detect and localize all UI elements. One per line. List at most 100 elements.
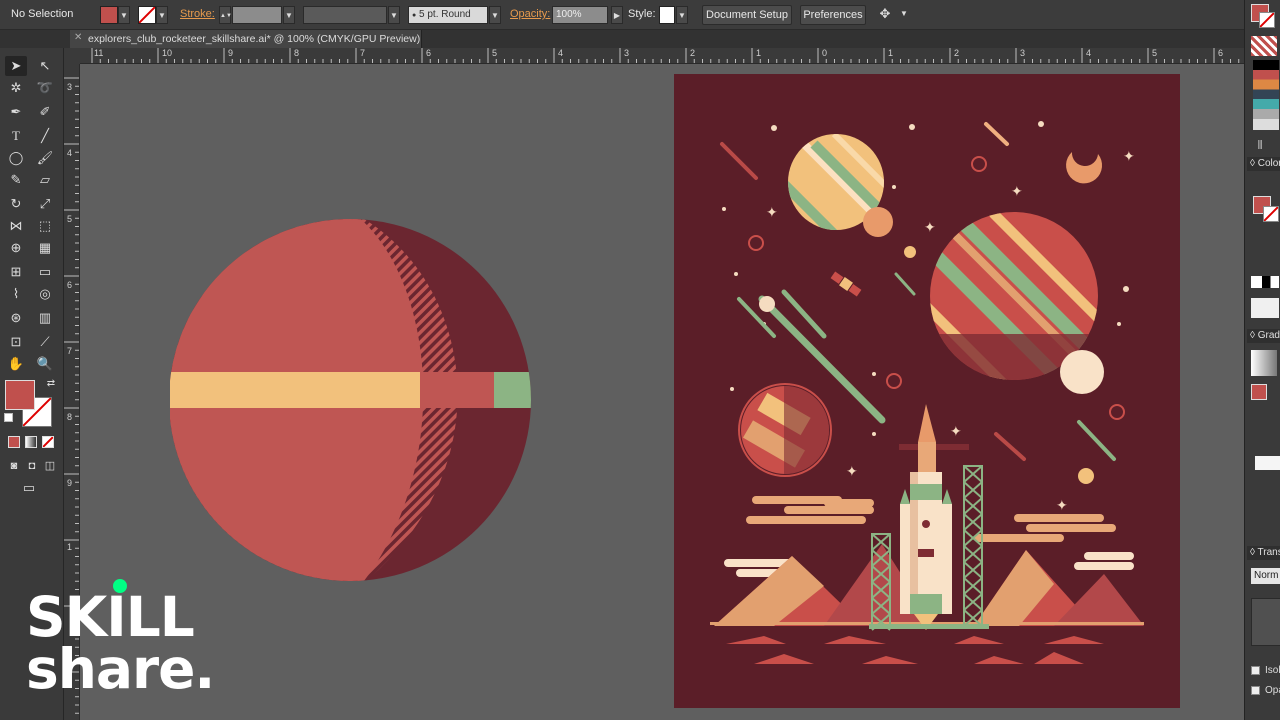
color-ramp[interactable] (1251, 276, 1279, 288)
stroke-swatch-button[interactable] (138, 6, 156, 24)
opacity-input[interactable]: 100% (552, 6, 608, 24)
transparency-panel-header[interactable]: ◊ Trans (1247, 546, 1280, 560)
ruler-ticks (91, 48, 1240, 63)
shaper-tool-icon[interactable]: ✎ (5, 170, 27, 190)
artboard-poster[interactable]: ✦ ✦ ✦ ✦ ✦ ✦ ✦ (674, 74, 1180, 708)
ruler-label: 11 (94, 48, 104, 58)
fill-dropdown[interactable]: ▼ (118, 6, 130, 24)
curvature-tool-icon[interactable]: ✐ (34, 102, 56, 122)
shape-builder-tool-icon[interactable]: ⊕ (5, 238, 27, 258)
paintbrush-tool-icon[interactable]: 🖌 (34, 148, 56, 168)
ruler-label: 8 (294, 48, 300, 58)
blend-tool-icon[interactable]: ◎ (34, 284, 56, 304)
gradient-mode-icon[interactable] (25, 436, 37, 448)
svg-text:✦: ✦ (1056, 498, 1068, 514)
preferences-button[interactable]: Preferences (800, 5, 866, 25)
gradient-tool-icon[interactable]: ▭ (34, 262, 56, 282)
brush-label: 5 pt. Round (419, 9, 471, 20)
ruler-label: 8 (67, 412, 73, 422)
width-tool-icon[interactable]: ⋈ (5, 216, 27, 236)
stroke-dropdown[interactable]: ▼ (156, 6, 168, 24)
stroke-weight-stepper[interactable]: ▲▼ (219, 6, 232, 24)
swatch-pattern[interactable] (1251, 36, 1277, 56)
line-segment-tool-icon[interactable]: ╱ (34, 126, 56, 146)
scale-tool-icon[interactable]: ⤢ (34, 194, 56, 214)
screen-mode-icon[interactable]: ▭ (18, 478, 40, 498)
svg-text:✦: ✦ (924, 220, 936, 236)
opacity-mask-thumb[interactable] (1251, 598, 1280, 646)
comet-head (759, 296, 775, 312)
panel-stroke-swatch[interactable] (1259, 12, 1275, 28)
fill-color-swatch-front[interactable] (5, 380, 35, 410)
gradient-slider[interactable] (1255, 456, 1280, 470)
opacity-arrow[interactable]: ▶ (611, 6, 623, 24)
gradient-preview[interactable] (1251, 350, 1277, 376)
opacity-mask-checkbox[interactable] (1251, 686, 1260, 695)
magic-wand-tool-icon[interactable]: ✲ (5, 78, 27, 98)
free-transform-tool-icon[interactable]: ⬚ (34, 216, 56, 236)
swap-fill-stroke-icon[interactable]: ⇄ (40, 374, 62, 394)
hand-tool-icon[interactable]: ✋ (5, 354, 27, 374)
draw-inside-icon[interactable]: ◫ (39, 456, 61, 476)
artboard-tool-icon[interactable]: ⊡ (5, 332, 27, 352)
eraser-tool-icon[interactable]: ▱ (34, 170, 56, 190)
mesh-tool-icon[interactable]: ⊞ (5, 262, 27, 282)
transparency-header-label: Trans (1257, 547, 1280, 558)
ruler-origin[interactable] (64, 48, 80, 64)
ruler-label: 1 (756, 48, 762, 58)
color-header-label: Color (1257, 158, 1280, 169)
opacity-label[interactable]: Opacity: (510, 8, 550, 20)
satellite (830, 271, 862, 297)
ellipse-tool-icon[interactable]: ◯ (5, 148, 27, 168)
type-tool-icon[interactable]: T (5, 126, 27, 146)
column-graph-tool-icon[interactable]: ▥ (34, 308, 56, 328)
swatches-grid[interactable] (1253, 60, 1279, 130)
swatch-library-icon[interactable]: ⫼ (1249, 136, 1271, 156)
ruler-label: 9 (228, 48, 234, 58)
symbol-sprayer-tool-icon[interactable]: ⊛ (5, 308, 27, 328)
planet-artwork[interactable] (170, 214, 542, 586)
color-spectrum[interactable] (1251, 298, 1279, 318)
ruler-label: 3 (67, 82, 73, 92)
direct-selection-tool-icon[interactable]: ↖ (34, 56, 56, 76)
gradient-fill[interactable] (1251, 384, 1267, 400)
color-mode-icon[interactable] (8, 436, 20, 448)
stroke-label[interactable]: Stroke: (180, 8, 215, 20)
profile-dropdown[interactable]: ▼ (388, 6, 400, 24)
slice-tool-icon[interactable]: ⟋ (34, 332, 56, 352)
pen-tool-icon[interactable]: ✒ (5, 102, 27, 122)
ruler-label: 10 (162, 48, 173, 58)
blend-mode-select[interactable]: Norm (1251, 568, 1280, 584)
ruler-label: 2 (954, 48, 960, 58)
style-dropdown[interactable]: ▼ (676, 6, 688, 24)
color-panel-stroke[interactable] (1263, 206, 1279, 222)
zoom-tool-icon[interactable]: 🔍 (34, 354, 56, 374)
fill-swatch-button[interactable] (100, 6, 118, 24)
ruler-label: 4 (1086, 48, 1092, 58)
ruler-label: 4 (67, 148, 73, 158)
isolate-blending-checkbox[interactable] (1251, 666, 1260, 675)
stroke-weight-dropdown[interactable]: ▼ (283, 6, 295, 24)
brush-definition-field[interactable]: ● 5 pt. Round (408, 6, 488, 24)
arrange-dropdown-icon[interactable]: ▼ (893, 4, 915, 24)
planet-green-band (494, 372, 531, 408)
color-panel-header[interactable]: ◊ Color (1247, 157, 1280, 171)
gradient-panel-header[interactable]: ◊ Gradi (1247, 329, 1280, 343)
default-fill-stroke-icon[interactable] (4, 413, 13, 422)
svg-text:✦: ✦ (1123, 149, 1135, 165)
none-mode-icon[interactable] (42, 436, 54, 448)
document-tab[interactable]: explorers_club_rocketeer_skillshare.ai* … (70, 30, 422, 48)
brush-dropdown[interactable]: ▼ (489, 6, 501, 24)
perspective-grid-tool-icon[interactable]: ▦ (34, 238, 56, 258)
lasso-tool-icon[interactable]: ➰ (34, 78, 56, 98)
close-tab-icon[interactable]: ✕ (74, 32, 82, 43)
document-setup-button[interactable]: Document Setup (702, 5, 792, 25)
variable-width-profile[interactable] (303, 6, 387, 24)
rotate-tool-icon[interactable]: ↻ (5, 194, 27, 214)
horizontal-ruler[interactable]: 11 10 9 8 7 6 5 4 3 2 1 0 1 2 3 4 5 6 (80, 48, 1244, 64)
selection-tool-icon[interactable]: ➤ (5, 56, 27, 76)
eyedropper-tool-icon[interactable]: ⌇ (5, 284, 27, 304)
style-swatch[interactable] (659, 6, 675, 24)
stroke-weight-input[interactable] (232, 6, 282, 24)
ruler-label: 5 (1152, 48, 1158, 58)
